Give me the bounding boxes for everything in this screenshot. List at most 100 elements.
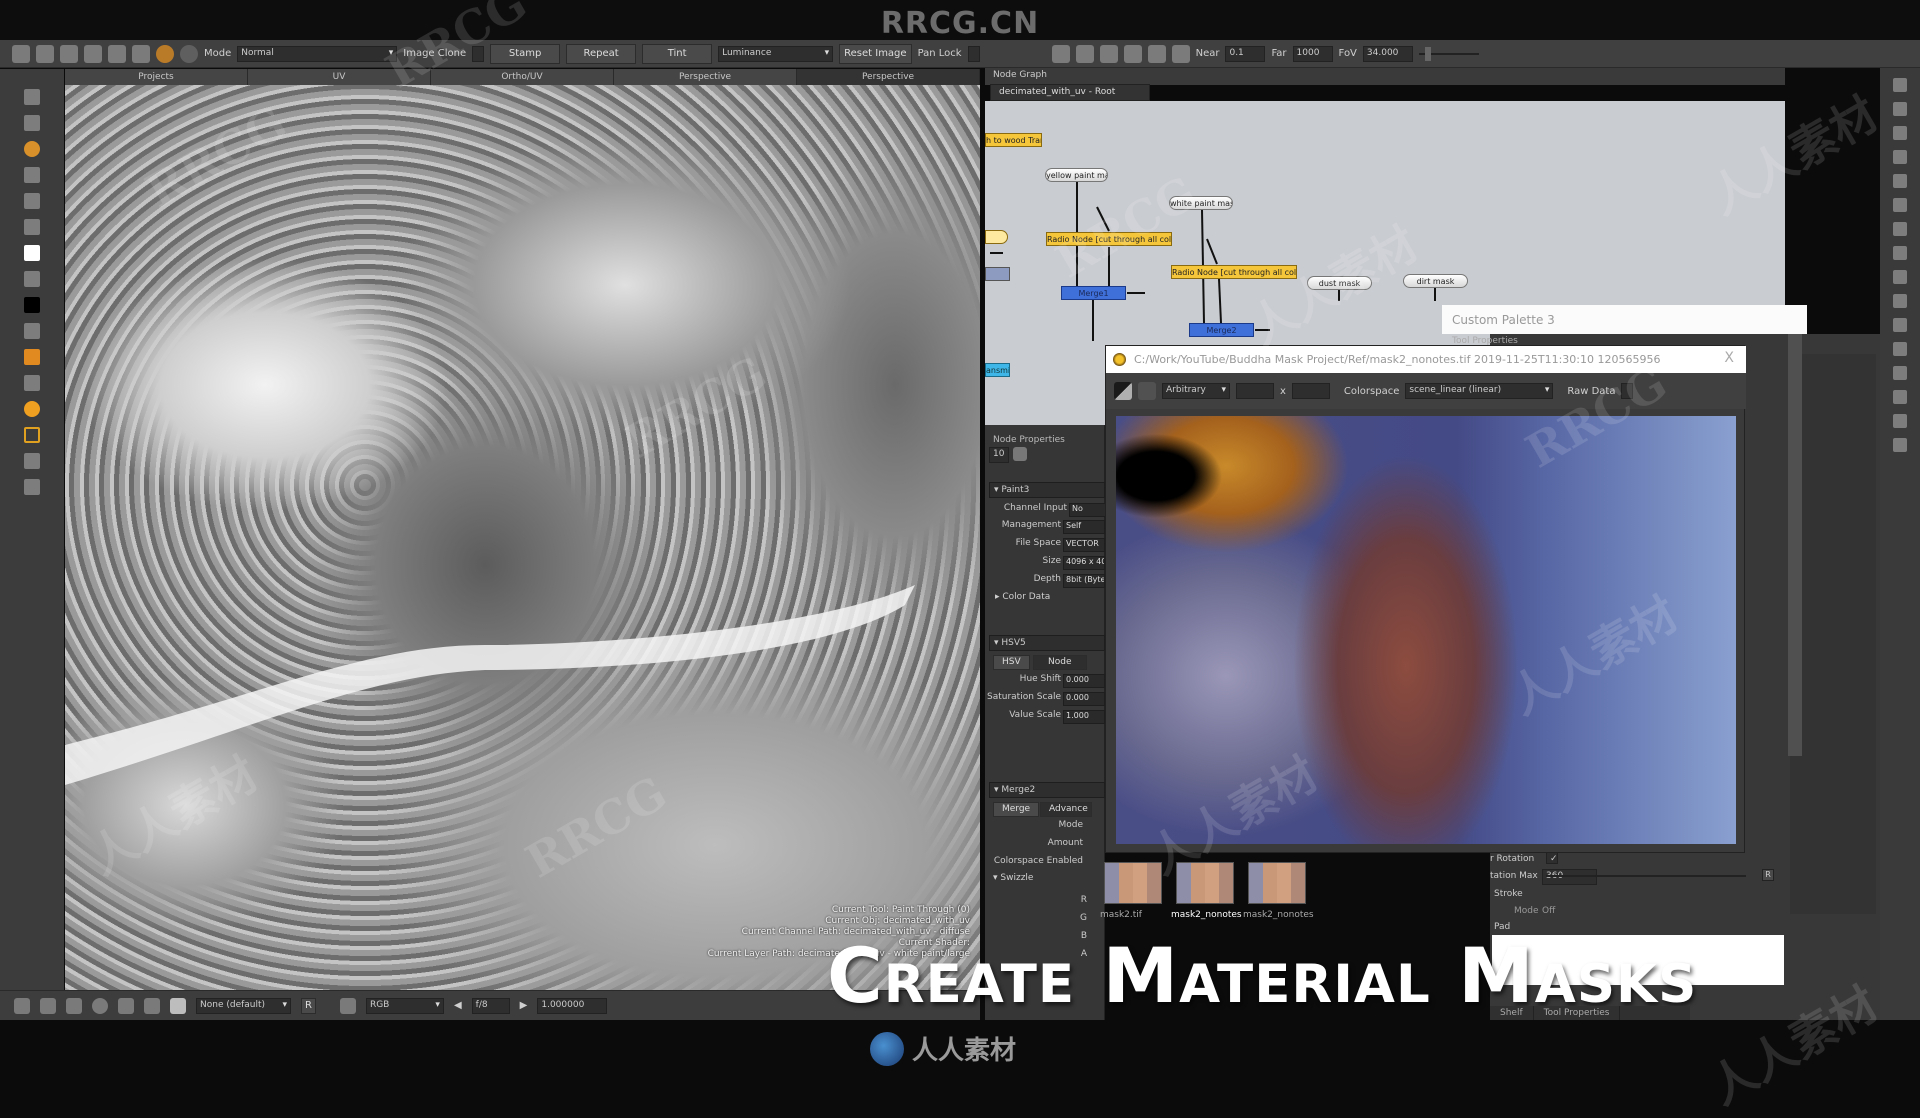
panel-icon-11[interactable]	[1893, 318, 1907, 332]
tab-perspective[interactable]: Perspective	[614, 69, 797, 85]
lut-select[interactable]: None (default)	[196, 997, 291, 1014]
select-tool-icon[interactable]	[24, 89, 40, 105]
luminance-select[interactable]: Luminance	[718, 45, 834, 62]
layers-icon[interactable]	[24, 375, 40, 391]
node-partial-left[interactable]	[985, 230, 1008, 244]
default-colors-icon[interactable]	[24, 323, 40, 339]
value-scale-input[interactable]: 1.000	[1063, 710, 1105, 724]
rotation-max-input[interactable]: 360	[1542, 869, 1597, 885]
node-count-input[interactable]: 10	[989, 447, 1009, 463]
stroke-mode-value[interactable]: Off	[1542, 906, 1555, 916]
reset-image-button[interactable]: Reset Image	[839, 43, 912, 64]
custom-palette-window[interactable]: Custom Palette 3	[1442, 305, 1807, 334]
panel-icon-9[interactable]	[1893, 270, 1907, 284]
panel-icon-6[interactable]	[1893, 198, 1907, 212]
orbit-icon[interactable]	[118, 997, 134, 1014]
tab-projects[interactable]: Projects	[65, 69, 248, 85]
panel-icon-16[interactable]	[1893, 438, 1907, 452]
object-icon[interactable]	[1123, 44, 1142, 63]
dialog-title[interactable]: C:/Work/YouTube/Buddha Mask Project/Ref/…	[1106, 346, 1746, 373]
fstop-next-icon[interactable]: ▶	[520, 1000, 528, 1011]
panel-icon-4[interactable]	[1893, 150, 1907, 164]
node-radio-1[interactable]: Radio Node [cut through all color paint …	[1046, 232, 1172, 246]
panel-icon-1[interactable]	[1893, 78, 1907, 92]
fstop-prev-icon[interactable]: ◀	[454, 1000, 462, 1011]
node-merge1[interactable]: Merge1	[1061, 286, 1126, 300]
tab-hsv[interactable]: HSV	[993, 655, 1030, 670]
close-file-icon[interactable]	[36, 44, 54, 63]
paint3-section[interactable]: ▾ Paint3	[989, 482, 1105, 498]
node-partial-gray[interactable]	[985, 267, 1010, 281]
tab-merge[interactable]: Merge	[993, 802, 1040, 817]
redo-icon[interactable]	[108, 44, 126, 63]
fstop-input[interactable]: f/8	[471, 997, 510, 1014]
near-input[interactable]: 0.1	[1225, 45, 1266, 62]
color-ball-icon[interactable]	[24, 401, 40, 417]
save-icon[interactable]	[60, 44, 78, 63]
node-yellow-paint-mask[interactable]: yellow paint mask	[1045, 168, 1108, 182]
3d-viewport[interactable]: Current Tool: Paint Through (0) Current …	[65, 85, 980, 990]
management-value[interactable]: Self	[1063, 520, 1105, 534]
tab-advanced[interactable]: Advance	[1040, 802, 1092, 817]
width-input[interactable]	[1236, 383, 1274, 399]
swap-colors-icon[interactable]	[24, 271, 40, 287]
thumbnail-2[interactable]	[1176, 862, 1234, 904]
zoom-tool-icon[interactable]	[24, 193, 40, 209]
rotate-icon[interactable]	[92, 997, 108, 1014]
channel-select[interactable]: RGB	[365, 997, 444, 1014]
light-bulb-icon[interactable]	[170, 997, 186, 1014]
panel-icon-2[interactable]	[1893, 102, 1907, 116]
color-data-row[interactable]: ▸ Color Data	[995, 592, 1115, 607]
panel-icon-7[interactable]	[1893, 222, 1907, 236]
depth-value[interactable]: 8bit (Byte	[1063, 574, 1105, 588]
fill-tool-icon[interactable]	[24, 349, 40, 365]
raw-data-checkbox[interactable]	[1621, 383, 1634, 399]
node-dirt-mask[interactable]: dirt mask	[1403, 274, 1468, 288]
gain-input[interactable]: 1.000000	[537, 997, 608, 1014]
image-clone-checkbox[interactable]	[472, 45, 485, 62]
pan-lock-checkbox[interactable]	[967, 45, 980, 62]
tab-node[interactable]: Node	[1033, 655, 1087, 670]
panel-icon-13[interactable]	[1893, 366, 1907, 380]
grid-icon[interactable]	[1099, 44, 1118, 63]
lut-reset-button[interactable]: R	[301, 997, 316, 1014]
history-icon[interactable]	[132, 44, 150, 63]
undo-icon[interactable]	[84, 44, 102, 63]
rotation-checkbox[interactable]: ✓	[1546, 852, 1558, 864]
swizzle-row[interactable]: ▾ Swizzle	[993, 873, 1113, 888]
brush-tool-icon[interactable]	[24, 115, 40, 131]
mode-select[interactable]: Normal	[237, 45, 398, 62]
undo-view-icon[interactable]	[14, 997, 30, 1014]
paint-tool-icon[interactable]	[24, 141, 40, 157]
close-button[interactable]: X	[1724, 350, 1734, 366]
height-input[interactable]	[1291, 383, 1330, 399]
panel-icon-3[interactable]	[1893, 126, 1907, 140]
projection-icon[interactable]	[24, 453, 40, 469]
tint-button[interactable]: Tint	[642, 43, 713, 64]
panel-icon-8[interactable]	[1893, 246, 1907, 260]
colorspace-select[interactable]: scene_linear (linear)	[1405, 383, 1554, 399]
tab-ortho-uv[interactable]: Ortho/UV	[431, 69, 614, 85]
pan-icon[interactable]	[144, 997, 160, 1014]
background-color-swatch[interactable]	[24, 297, 40, 313]
crop-icon[interactable]	[1138, 382, 1156, 400]
grid-tool-icon[interactable]	[24, 167, 40, 183]
panel-icon-15[interactable]	[1893, 414, 1907, 428]
tab-uv[interactable]: UV	[248, 69, 431, 85]
node-wood-transmitter[interactable]: h to wood Transmitter	[985, 133, 1042, 147]
saturation-scale-input[interactable]: 0.000	[1063, 692, 1105, 706]
rotation-max-reset[interactable]: R	[1762, 869, 1774, 881]
down-arrow-icon[interactable]	[66, 997, 82, 1014]
panel-icon-10[interactable]	[1893, 294, 1907, 308]
fov-slider[interactable]	[1418, 46, 1479, 61]
film-icon[interactable]	[1147, 44, 1166, 63]
node-left-transmitter[interactable]: ansmitter	[985, 363, 1010, 377]
fov-input[interactable]: 34.000	[1362, 45, 1413, 62]
tab-tool-properties[interactable]: Tool Properties	[1534, 1006, 1621, 1020]
checker-icon[interactable]	[1114, 382, 1132, 400]
eyedropper-icon[interactable]	[24, 219, 40, 235]
node-white-paint-mask[interactable]: white paint mask	[1169, 196, 1233, 210]
node-dust-mask[interactable]: dust mask	[1307, 276, 1372, 290]
marquee-tool-icon[interactable]	[24, 427, 40, 443]
tab-shelf[interactable]: Shelf	[1490, 1006, 1534, 1020]
